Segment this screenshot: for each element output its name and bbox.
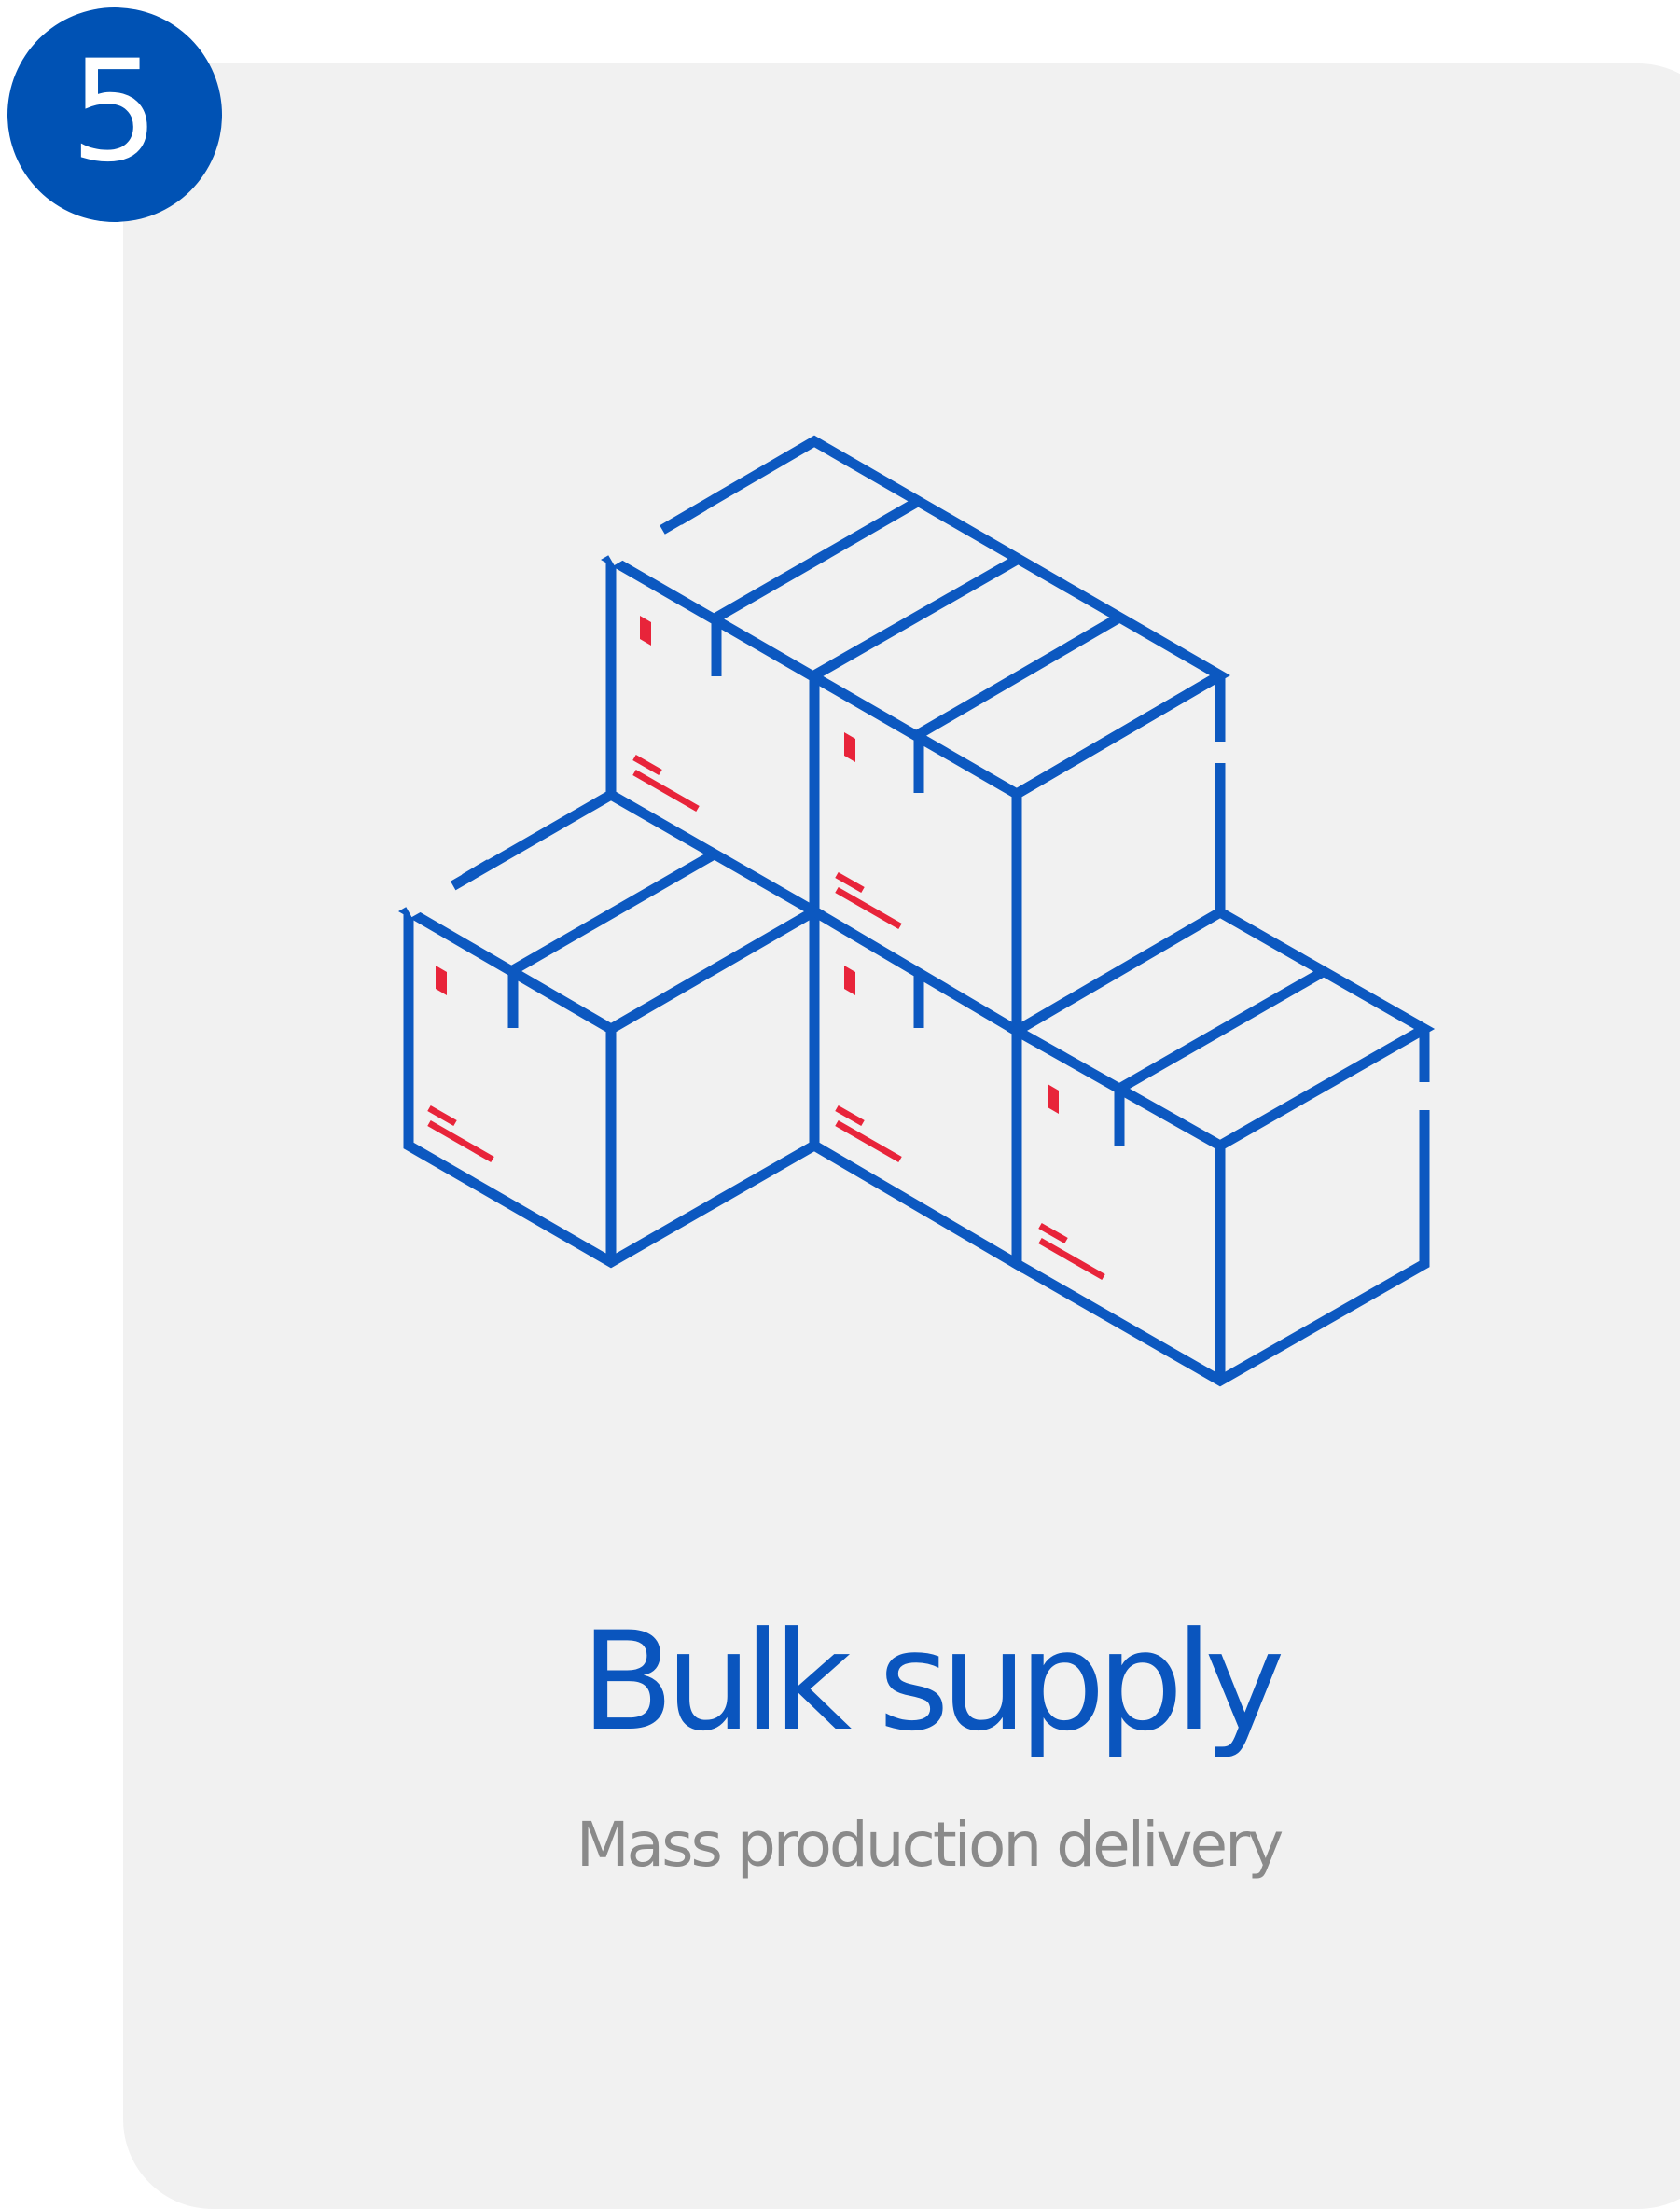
card-subtitle: Mass production delivery <box>576 1809 1284 1881</box>
card-title: Bulk supply <box>580 1603 1284 1761</box>
